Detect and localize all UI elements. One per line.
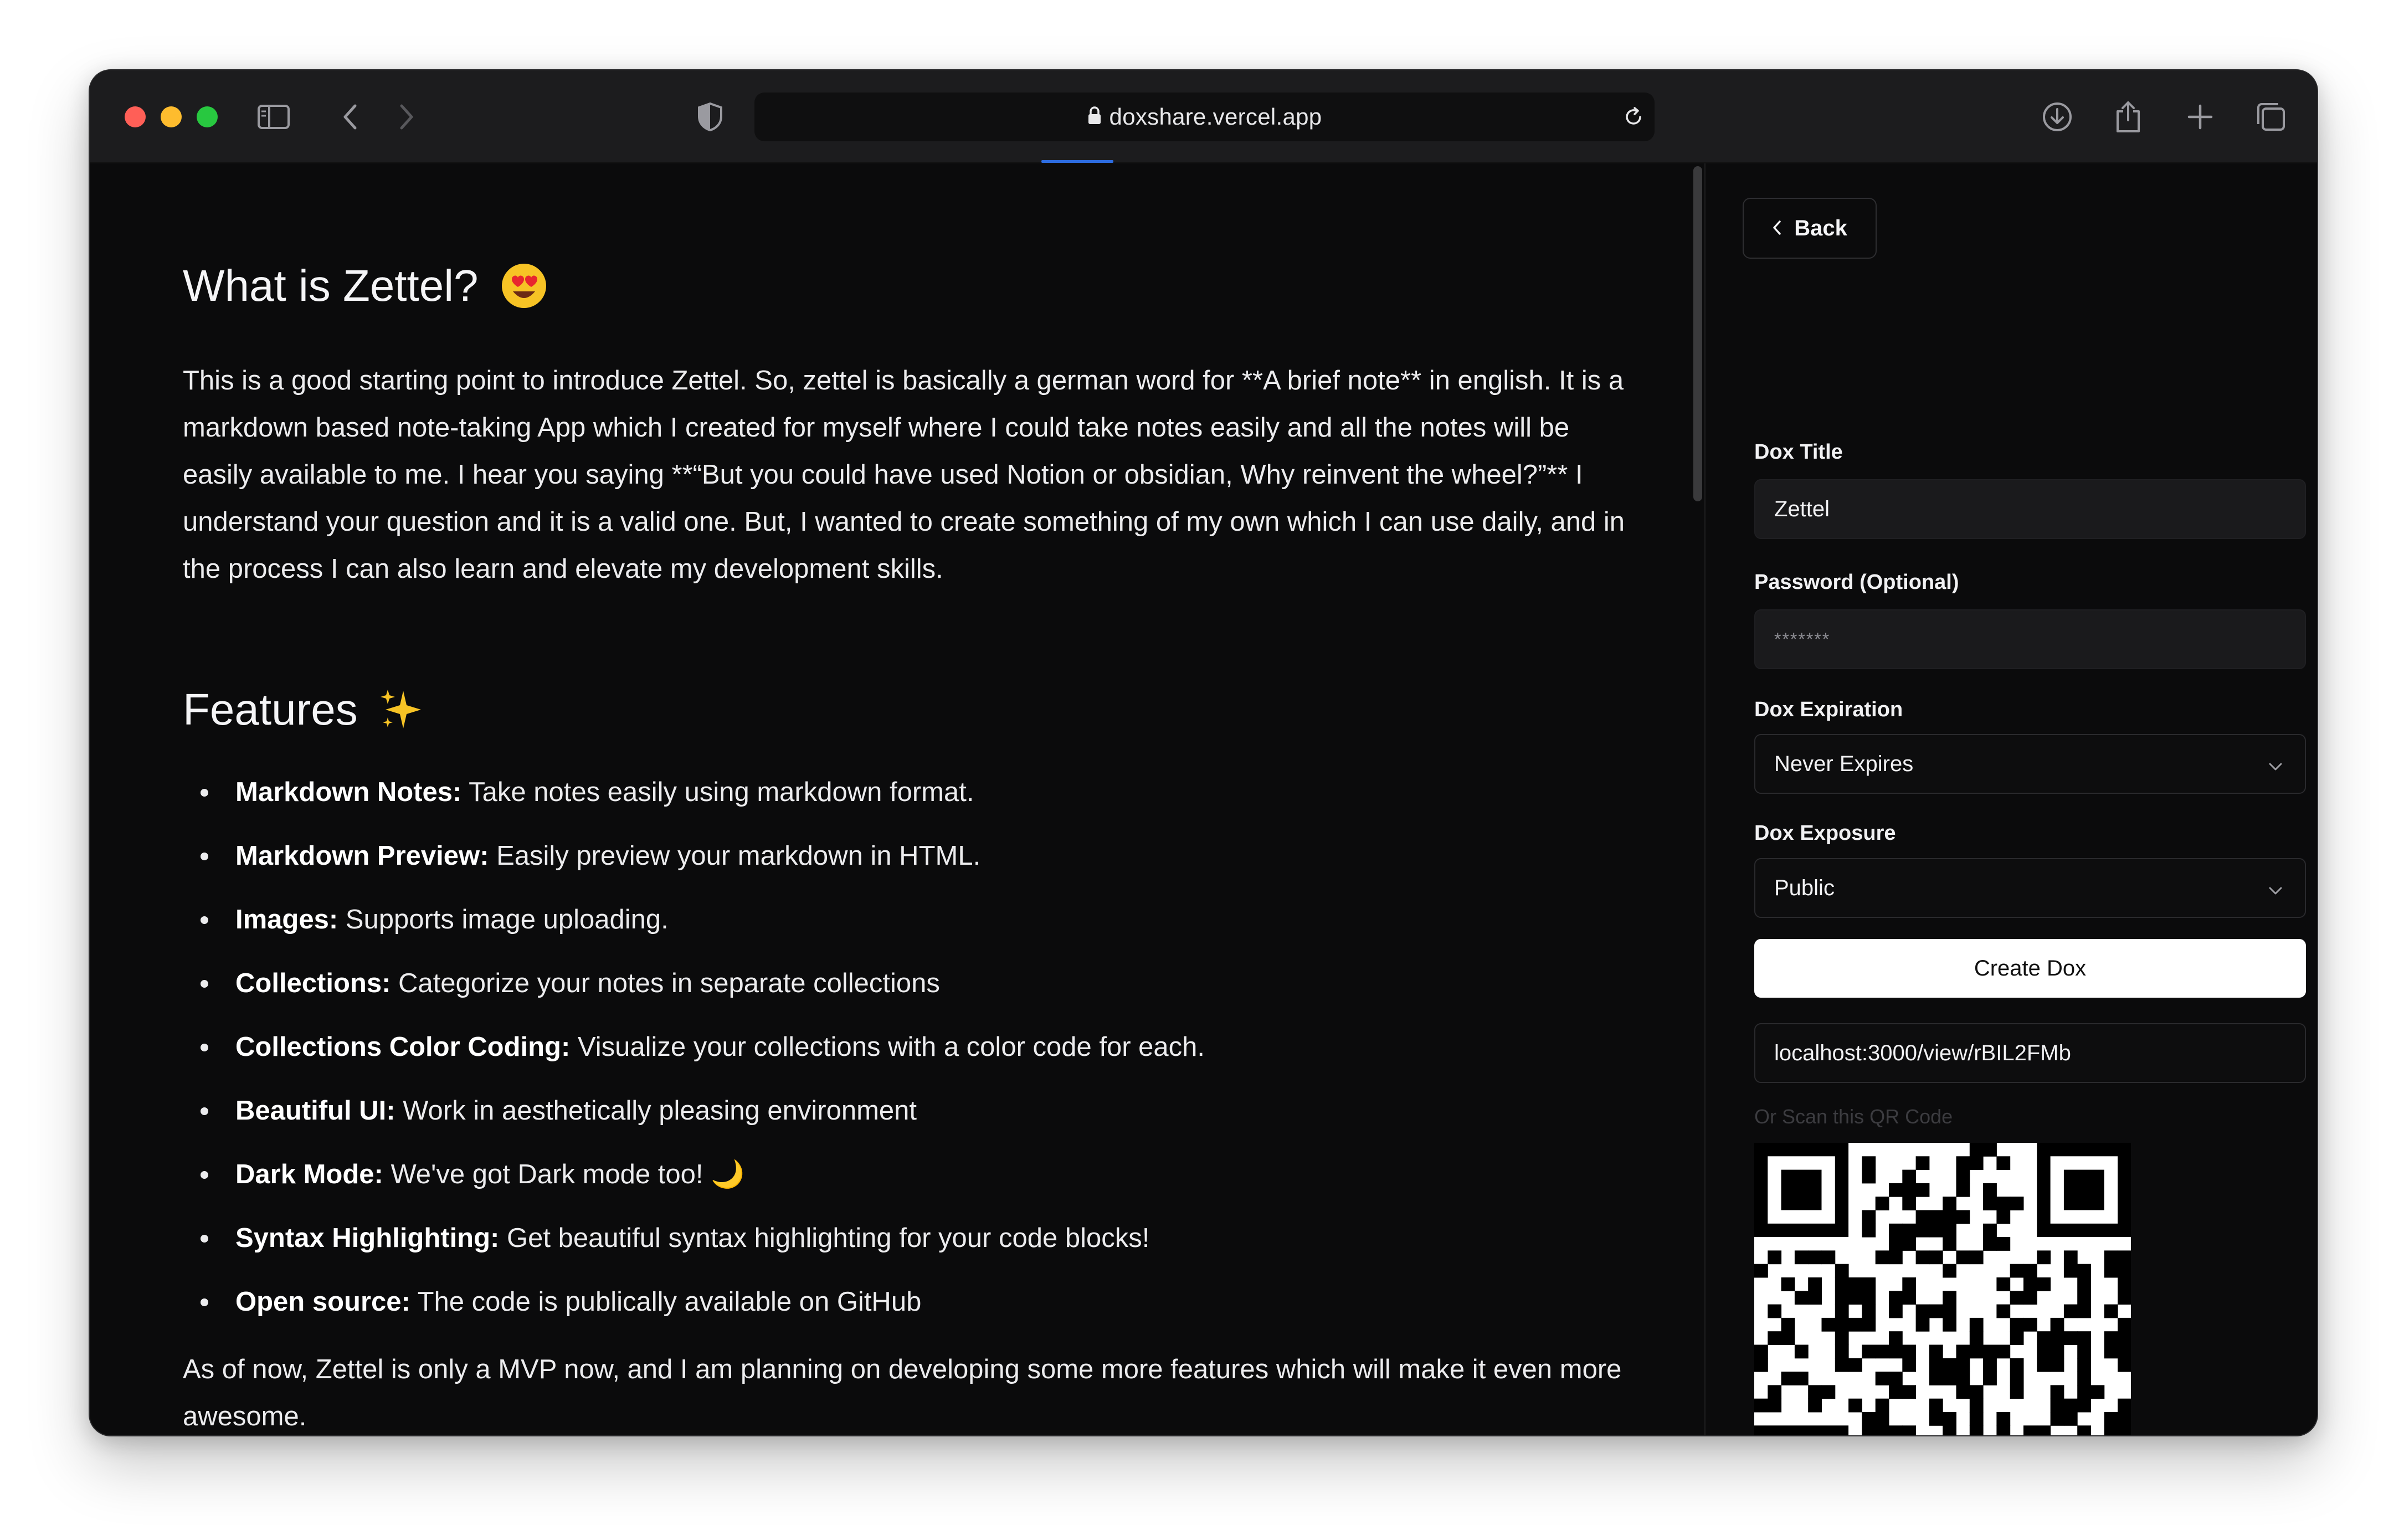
password-input[interactable]: ******* [1754,609,2306,669]
features-heading-text: Features [183,685,358,734]
feature-term: Markdown Notes: [235,777,462,807]
chevron-down-icon [2268,876,2283,901]
page-load-indicator [1041,160,1113,163]
feature-desc: Categorize your notes in separate collec… [391,968,940,998]
feature-desc: Supports image uploading. [338,905,669,935]
close-window-button[interactable] [125,106,146,127]
list-item: Collections: Categorize your notes in se… [183,961,1678,1025]
sparkles-emoji-icon [378,686,424,733]
preview-scrollbar[interactable] [1693,166,1702,501]
feature-term: Collections: [235,968,391,998]
dox-title-input[interactable]: Zettel [1754,479,2306,539]
intro-paragraph: This is a good starting point to introdu… [183,366,1625,584]
feature-desc: The code is publically available on GitH… [410,1287,922,1317]
sidebar-toggle-icon[interactable] [256,99,291,135]
password-value: ******* [1774,629,1831,649]
tab-overview-icon[interactable] [2253,99,2289,135]
share-url-value: localhost:3000/view/rBIL2FMb [1774,1040,2071,1065]
feature-desc: Work in aesthetically pleasing environme… [395,1096,917,1126]
feature-term: Collections Color Coding: [235,1032,571,1062]
list-item: Beautiful UI: Work in aesthetically plea… [183,1089,1678,1152]
markdown-preview: What is Zettel? This is a good starting … [183,163,1717,1435]
feature-desc: Visualize your collections with a color … [570,1032,1205,1062]
list-item: Dark Mode: We've got Dark mode too! 🌙 [183,1152,1678,1216]
features-heading: Features [183,684,424,735]
password-label: Password (Optional) [1754,571,1959,594]
list-item: Markdown Preview: Easily preview your ma… [183,834,1678,897]
download-icon[interactable] [2040,99,2075,135]
feature-desc: We've got Dark mode too! 🌙 [383,1159,745,1189]
back-arrow-icon[interactable] [332,99,368,135]
url-text: doxshare.vercel.app [1109,104,1322,130]
exposure-select[interactable]: Public [1754,858,2306,918]
chevron-left-icon [1772,216,1782,241]
minimize-window-button[interactable] [161,106,182,127]
feature-term: Open source: [235,1287,410,1317]
privacy-shield-icon[interactable] [692,99,728,135]
browser-toolbar: doxshare.vercel.app [90,70,2317,163]
features-list: Markdown Notes: Take notes easily using … [183,770,1678,1343]
back-button[interactable]: Back [1743,198,1877,259]
article-title: What is Zettel? [183,260,547,311]
feature-desc: Get beautiful syntax highlighting for yo… [499,1223,1150,1253]
share-url-field[interactable]: localhost:3000/view/rBIL2FMb [1754,1023,2306,1083]
expiration-select[interactable]: Never Expires [1754,734,2306,794]
feature-term: Beautiful UI: [235,1096,395,1126]
list-item: Collections Color Coding: Visualize your… [183,1025,1678,1089]
list-item: Images: Supports image uploading. [183,897,1678,961]
share-icon[interactable] [2110,99,2146,135]
dox-title-value: Zettel [1774,496,1830,521]
feature-desc: Easily preview your markdown in HTML. [489,841,981,871]
feature-term: Markdown Preview: [235,841,489,871]
feature-desc: Take notes easily using markdown format. [461,777,974,807]
exposure-label: Dox Exposure [1754,822,1896,845]
forward-arrow-icon[interactable] [389,99,424,135]
create-dox-button[interactable]: Create Dox [1754,939,2306,998]
feature-term: Images: [235,905,338,935]
back-button-label: Back [1794,215,1847,240]
dox-title-label: Dox Title [1754,440,1843,464]
new-tab-plus-icon[interactable] [2182,99,2218,135]
lock-icon [1087,106,1102,128]
list-item: Open source: The code is publically avai… [183,1280,1678,1343]
expiration-label: Dox Expiration [1754,698,1903,721]
outro-paragraph: As of now, Zettel is only a MVP now, and… [183,1354,1622,1431]
article-title-text: What is Zettel? [183,261,479,310]
exposure-value: Public [1774,875,1835,900]
share-panel: Back Dox Title Zettel Password (Optional… [1706,163,2317,1435]
qr-caption: Or Scan this QR Code [1754,1105,1953,1128]
list-item: Syntax Highlighting: Get beautiful synta… [183,1216,1678,1280]
list-item: Markdown Notes: Take notes easily using … [183,770,1678,834]
page-content: What is Zettel? This is a good starting … [90,163,2317,1435]
qr-code-image [1754,1143,2131,1435]
browser-window: doxshare.vercel.app What is Zettel? This… [89,69,2318,1436]
feature-term: Syntax Highlighting: [235,1223,500,1253]
chevron-down-icon [2268,752,2283,777]
zoom-window-button[interactable] [197,106,218,127]
reload-icon[interactable] [1622,106,1645,131]
feature-term: Dark Mode: [235,1159,383,1189]
address-bar[interactable]: doxshare.vercel.app [754,93,1655,141]
heart-eyes-emoji-icon [501,263,547,309]
expiration-value: Never Expires [1774,751,1914,776]
